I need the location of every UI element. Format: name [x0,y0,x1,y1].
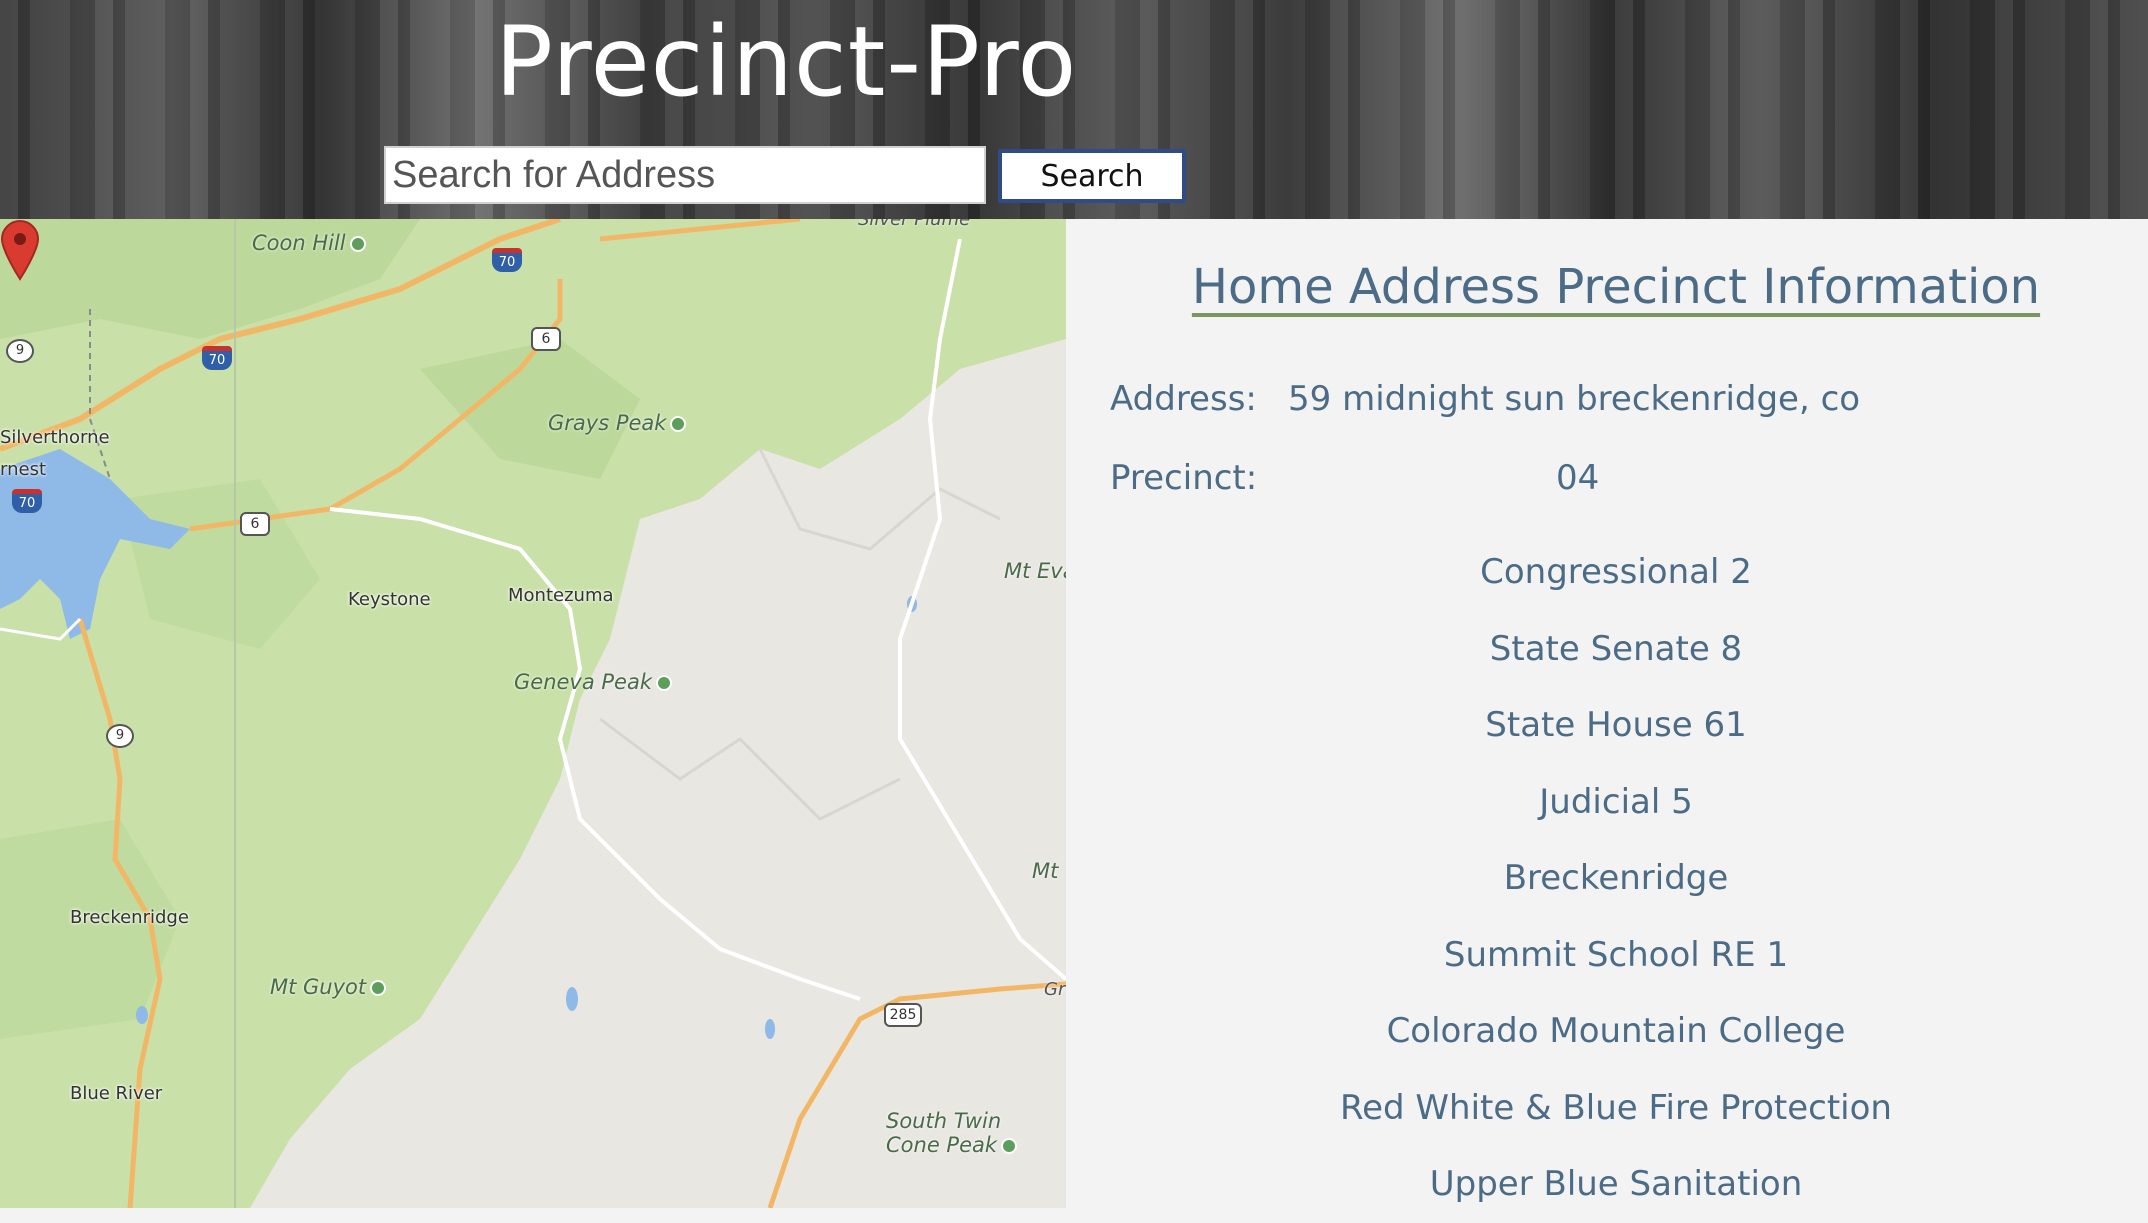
district-item: Summit School RE 1 [1443,934,1789,975]
map-terrain [0,219,1066,1208]
map-label-mt-guyot: Mt Guyot [270,975,387,999]
precinct-value: 04 [1556,458,1600,498]
district-item: Judicial 5 [1539,781,1693,822]
search-button[interactable]: Search [998,149,1186,203]
address-value: 59 midnight sun breckenridge, co [1288,379,1861,419]
header-banner: Precinct-Pro Search [0,0,2148,219]
map-label-gr: Gr [1044,979,1066,1000]
district-item: Colorado Mountain College [1386,1011,1846,1051]
map-label-breckenridge: Breckenridge [70,907,189,928]
interstate-70-shield: 70 [12,489,42,513]
district-list: Congressional 2 State Senate 8 State Hou… [1066,534,2148,1223]
precinct-label: Precinct: [1110,458,1258,498]
peak-icon [1001,1138,1018,1154]
peak-icon [670,416,687,432]
app-title: Precinct-Pro [495,6,1078,118]
co-9-shield: 9 [6,339,34,363]
map-label-silverthorne: Silverthorne [0,427,110,448]
map-label-frisco: rnest [0,459,47,480]
map-label-blue-river: Blue River [70,1083,163,1104]
peak-icon [656,675,673,691]
us-6-shield: 6 [240,512,270,536]
district-item: Breckenridge [1503,858,1729,898]
map-label-grays-peak: Grays Peak [548,411,687,435]
interstate-70-shield: 70 [492,248,522,272]
precinct-info-panel: Home Address Precinct Information Addres… [1066,219,2148,1208]
peak-icon [370,980,387,996]
map-label-mt: Mt [1032,859,1059,883]
map-label-mt-evans: Mt Eva [1004,559,1066,583]
map-label-silver-plume: Silver Plume [858,219,971,230]
co-9-shield: 9 [106,724,134,748]
map-label-geneva-peak: Geneva Peak [514,670,673,694]
district-item: State House 61 [1485,705,1747,745]
district-item: Congressional 2 [1480,552,1752,592]
map-label-coon-hill: Coon Hill [252,231,366,255]
district-item: Red White & Blue Fire Protection [1340,1087,1892,1128]
us-285-shield: 285 [884,1003,922,1027]
peak-icon [349,236,366,252]
map-label-keystone: Keystone [348,589,431,610]
us-6-shield: 6 [531,327,561,351]
district-item: Upper Blue Sanitation [1429,1164,1803,1204]
precinct-map[interactable]: Coon Hill Silver Plume Silverthorne rnes… [0,219,1066,1208]
location-pin-icon[interactable] [0,219,40,281]
map-label-south-twin-cone-peak: South Twin Cone Peak [886,1109,1018,1157]
panel-title: Home Address Precinct Information [1191,259,2041,315]
interstate-70-shield: 70 [202,346,232,370]
address-search-input[interactable] [384,146,986,204]
district-item: State Senate 8 [1489,628,1743,669]
address-label: Address: [1110,379,1257,419]
map-label-montezuma: Montezuma [508,585,614,606]
